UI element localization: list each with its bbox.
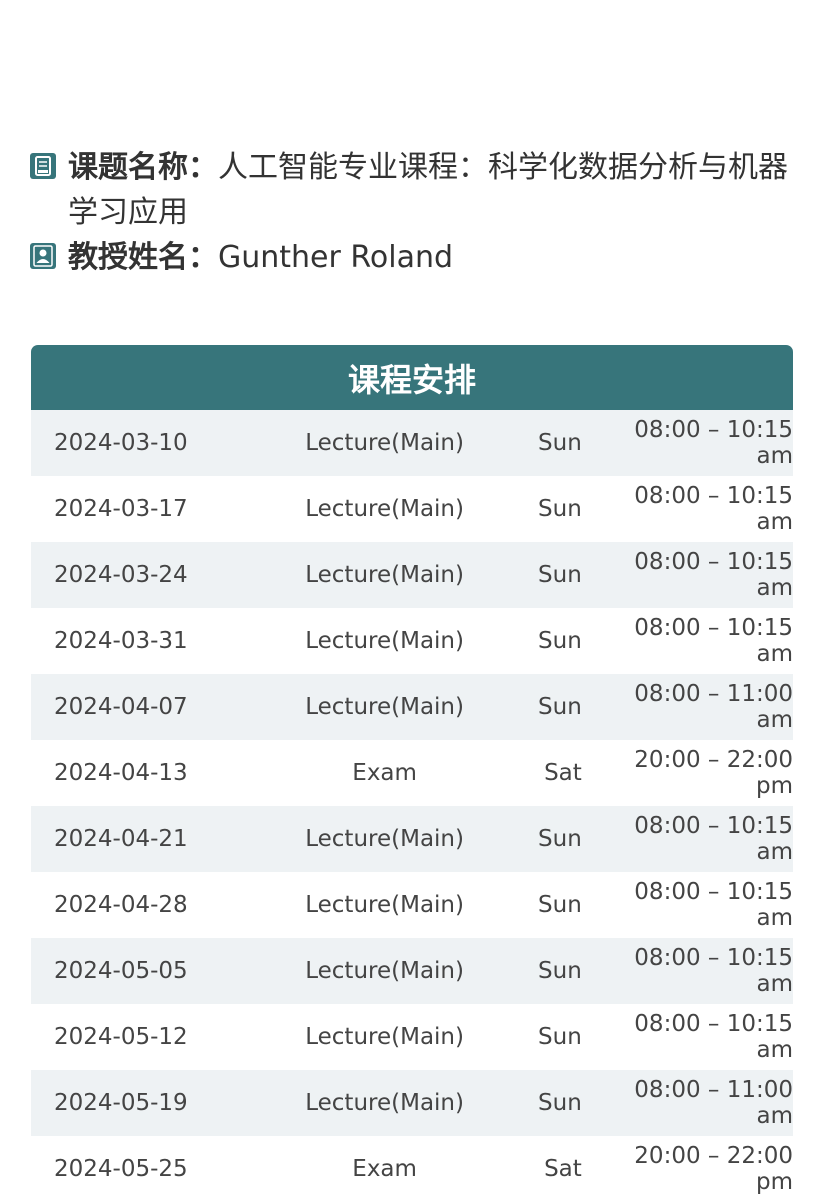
row-time: 08:00 – 10:15 am [634,483,793,535]
schedule-header: 课程安排 [31,345,793,410]
row-date: 2024-03-10 [54,430,188,456]
row-type: Lecture(Main) [305,826,464,852]
row-day: Sun [538,958,582,984]
person-icon [30,243,56,269]
row-date: 2024-05-25 [54,1156,188,1182]
row-day: Sun [538,430,582,456]
row-type: Lecture(Main) [305,562,464,588]
row-time: 08:00 – 10:15 am [634,417,793,469]
row-type: Lecture(Main) [305,1090,464,1116]
row-type: Exam [352,1156,417,1182]
table-row: 2024-05-12 Lecture(Main) Sun 08:00 – 10:… [31,1004,793,1070]
row-time: 20:00 – 22:00 pm [634,1143,793,1195]
row-day: Sun [538,496,582,522]
table-row: 2024-04-07 Lecture(Main) Sun 08:00 – 11:… [31,674,793,740]
row-time: 08:00 – 11:00 am [634,1077,793,1129]
row-day: Sun [538,562,582,588]
row-date: 2024-05-05 [54,958,188,984]
row-day: Sun [538,1090,582,1116]
row-day: Sun [538,694,582,720]
table-row: 2024-05-19 Lecture(Main) Sun 08:00 – 11:… [31,1070,793,1136]
row-time: 08:00 – 11:00 am [634,681,793,733]
row-time: 08:00 – 10:15 am [634,879,793,931]
row-type: Exam [352,760,417,786]
row-date: 2024-05-19 [54,1090,188,1116]
row-type: Lecture(Main) [305,496,464,522]
table-row: 2024-05-05 Lecture(Main) Sun 08:00 – 10:… [31,938,793,1004]
row-day: Sun [538,1024,582,1050]
row-date: 2024-04-21 [54,826,188,852]
schedule-table: 课程安排 2024-03-10 Lecture(Main) Sun 08:00 … [31,345,793,1202]
table-row: 2024-03-31 Lecture(Main) Sun 08:00 – 10:… [31,608,793,674]
table-row: 2024-03-10 Lecture(Main) Sun 08:00 – 10:… [31,410,793,476]
table-row: 2024-04-13 Exam Sat 20:00 – 22:00 pm [31,740,793,806]
row-type: Lecture(Main) [305,892,464,918]
row-type: Lecture(Main) [305,958,464,984]
row-type: Lecture(Main) [305,694,464,720]
professor-row: 教授姓名：Gunther Roland [30,235,800,280]
row-time: 08:00 – 10:15 am [634,549,793,601]
row-time: 08:00 – 10:15 am [634,813,793,865]
row-date: 2024-03-17 [54,496,188,522]
row-time: 08:00 – 10:15 am [634,1011,793,1063]
course-title: 课题名称：人工智能专业课程：科学化数据分析与机器学习应用 [68,145,800,235]
course-title-row: 课题名称：人工智能专业课程：科学化数据分析与机器学习应用 [30,145,800,235]
row-day: Sun [538,628,582,654]
row-type: Lecture(Main) [305,430,464,456]
row-date: 2024-04-28 [54,892,188,918]
row-type: Lecture(Main) [305,1024,464,1050]
row-date: 2024-04-07 [54,694,188,720]
row-day: Sun [538,892,582,918]
row-time: 08:00 – 10:15 am [634,945,793,997]
course-info: 课题名称：人工智能专业课程：科学化数据分析与机器学习应用 教授姓名：Gunthe… [30,145,800,280]
row-time: 08:00 – 10:15 am [634,615,793,667]
professor-value: Gunther Roland [218,240,454,275]
row-date: 2024-03-31 [54,628,188,654]
row-day: Sun [538,826,582,852]
row-date: 2024-05-12 [54,1024,188,1050]
professor-label: 教授姓名： [68,240,218,275]
course-title-label: 课题名称： [68,150,218,185]
table-row: 2024-04-21 Lecture(Main) Sun 08:00 – 10:… [31,806,793,872]
row-date: 2024-03-24 [54,562,188,588]
table-row: 2024-03-24 Lecture(Main) Sun 08:00 – 10:… [31,542,793,608]
row-day: Sat [544,1156,582,1182]
professor-name: 教授姓名：Gunther Roland [68,235,800,280]
row-date: 2024-04-13 [54,760,188,786]
table-row: 2024-04-28 Lecture(Main) Sun 08:00 – 10:… [31,872,793,938]
table-row: 2024-05-25 Exam Sat 20:00 – 22:00 pm [31,1136,793,1202]
row-time: 20:00 – 22:00 pm [634,747,793,799]
table-row: 2024-03-17 Lecture(Main) Sun 08:00 – 10:… [31,476,793,542]
row-day: Sat [544,760,582,786]
book-icon [30,153,56,179]
row-type: Lecture(Main) [305,628,464,654]
